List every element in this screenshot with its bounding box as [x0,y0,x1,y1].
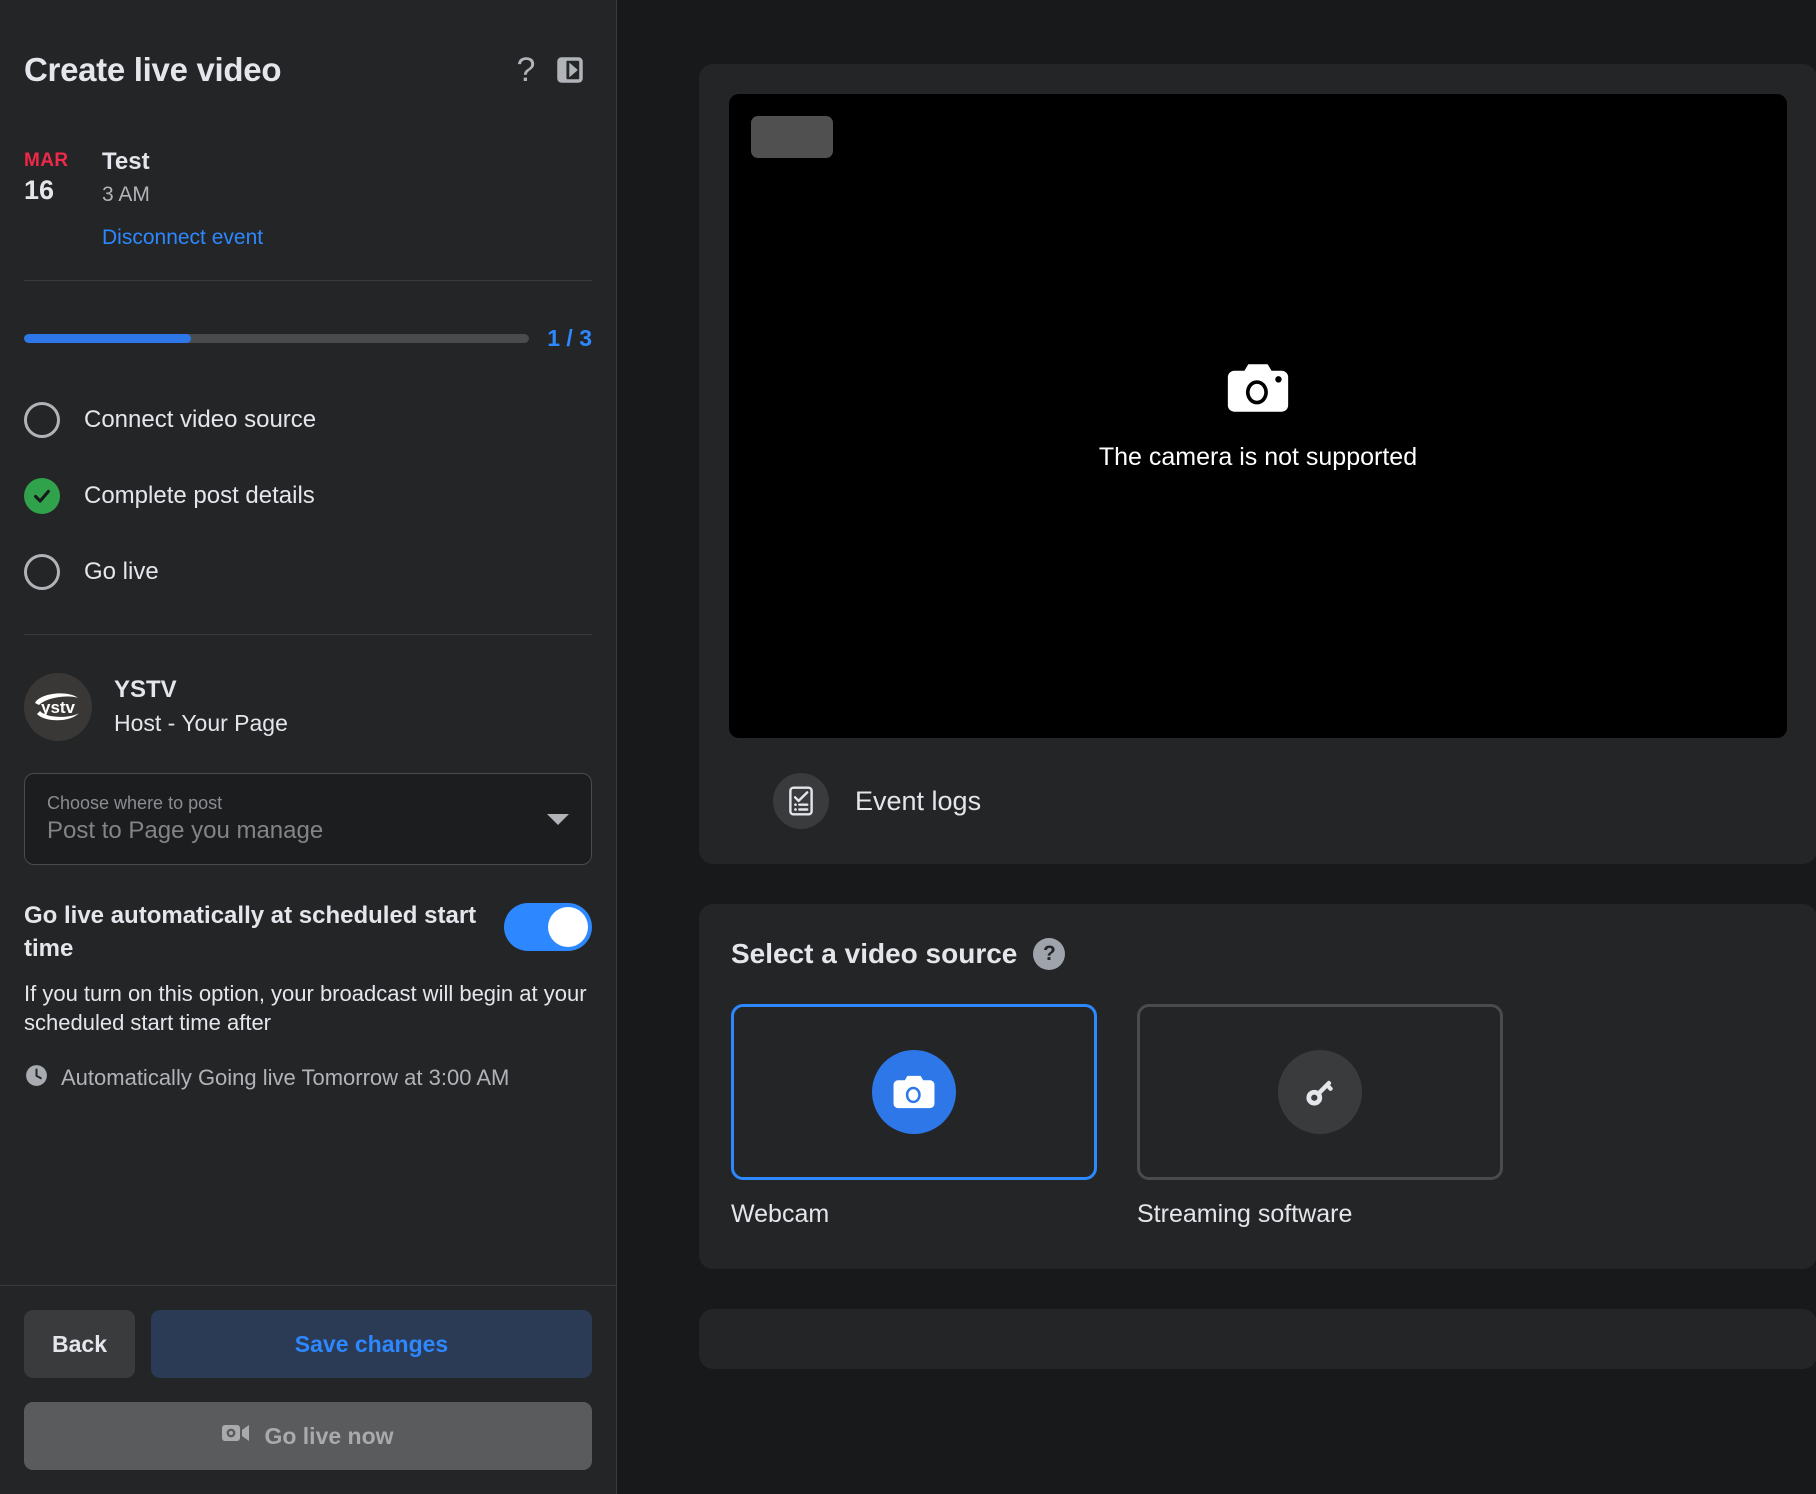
disconnect-event-link[interactable]: Disconnect event [102,226,263,250]
panel-collapse-icon[interactable] [548,48,592,92]
event-logs-button[interactable]: Event logs [729,738,1787,864]
event-title: Test [102,148,150,175]
event-month: MAR [24,150,69,171]
select-video-source-header: Select a video source ? [731,938,1785,970]
preview-area: The camera is not supported Event logs S… [617,0,1816,1494]
select-value: Post to Page you manage [47,817,324,844]
streaming-software-tile[interactable] [1137,1004,1503,1180]
scheduled-event-summary: MAR 16 Test 3 AM Disconnect event [24,104,592,281]
post-destination-select[interactable]: Choose where to post Post to Page you ma… [24,773,592,865]
question-mark-glyph: ? [516,51,536,89]
camera-unsupported-notice: The camera is not supported [908,360,1608,472]
event-logs-label: Event logs [855,785,982,816]
event-time: 3 AM [102,183,150,206]
auto-go-live-row: Go live automatically at scheduled start… [24,865,592,965]
left-panel-content: Create live video ? MAR 16 Test 3 AM Dis… [0,0,616,1093]
video-camera-icon [222,1422,250,1450]
auto-go-live-status-row: Automatically Going live Tomorrow at 3:0… [24,1037,592,1093]
progress-bar [24,334,530,343]
save-changes-button[interactable]: Save changes [150,1310,592,1378]
chevron-down-icon [547,813,569,825]
auto-go-live-status: Automatically Going live Tomorrow at 3:0… [61,1065,510,1090]
next-section-peek [699,1309,1816,1369]
camera-icon [1225,360,1291,421]
auto-go-live-label: Go live automatically at scheduled start… [24,902,477,962]
back-button[interactable]: Back [24,1310,135,1378]
create-live-video-panel: Create live video ? MAR 16 Test 3 AM Dis… [0,0,617,1494]
host-name: YSTV [114,676,177,703]
page-title: Create live video [24,51,282,88]
step-go-live[interactable]: Go live [24,534,592,610]
step-label: Complete post details [84,482,315,509]
webcam-tile[interactable] [731,1004,1097,1180]
steps-list: Connect video source Complete post detai… [24,352,592,635]
app-root: Create live video ? MAR 16 Test 3 AM Dis… [0,0,1816,1494]
step-complete-post-details[interactable]: Complete post details [24,458,592,534]
step-status-icon [24,554,60,590]
clock-icon [24,1063,49,1093]
step-label: Connect video source [84,406,317,433]
auto-go-live-description: If you turn on this option, your broadca… [24,981,587,1035]
footer-button-row: Back Save changes [24,1310,592,1378]
webcam-label: Webcam [731,1200,830,1228]
host-subtitle: Host - Your Page [114,710,288,736]
checklist-icon [773,773,829,829]
event-details: Test 3 AM Disconnect event [102,146,263,250]
video-source-option-streaming-software: Streaming software [1137,1004,1503,1229]
event-day: 16 [24,175,55,205]
toggle-knob [548,907,588,947]
video-source-options: Webcam Streaming software [731,1004,1785,1229]
go-live-now-label: Go live now [264,1422,394,1449]
progress-count: 1 / 3 [547,325,592,351]
panel-footer: Back Save changes Go live now [0,1285,616,1494]
camera-unsupported-message: The camera is not supported [1098,443,1418,471]
svg-text:ystv: ystv [41,698,76,717]
select-video-source-card: Select a video source ? Webcam Streaming… [699,904,1816,1269]
video-preview-card: The camera is not supported Event logs [699,64,1816,864]
auto-go-live-toggle[interactable] [504,903,592,951]
step-status-icon [24,402,60,438]
video-stage: The camera is not supported [729,94,1787,738]
camera-icon [872,1050,956,1134]
step-label: Go live [84,558,159,585]
question-mark-icon[interactable]: ? [1033,938,1066,970]
host-row: ystv YSTV Host - Your Page [24,635,592,741]
stream-key-icon [1278,1050,1362,1134]
avatar: ystv [24,673,92,741]
event-date: MAR 16 [24,146,102,250]
select-video-source-title: Select a video source [731,938,1018,969]
help-icon[interactable]: ? [504,48,548,92]
step-status-check-icon [24,478,60,514]
select-placeholder-label: Choose where to post [47,793,223,813]
progress-bar-fill [24,334,191,343]
select-texts: Choose where to post Post to Page you ma… [47,791,537,847]
go-live-now-button[interactable]: Go live now [24,1402,592,1470]
panel-header: Create live video ? [24,0,592,104]
streaming-software-label: Streaming software [1137,1200,1353,1228]
placeholder-chip [751,116,833,158]
video-source-option-webcam: Webcam [731,1004,1097,1229]
progress-section: 1 / 3 [24,281,592,352]
step-connect-video-source[interactable]: Connect video source [24,382,592,458]
host-info: YSTV Host - Your Page [114,674,288,740]
